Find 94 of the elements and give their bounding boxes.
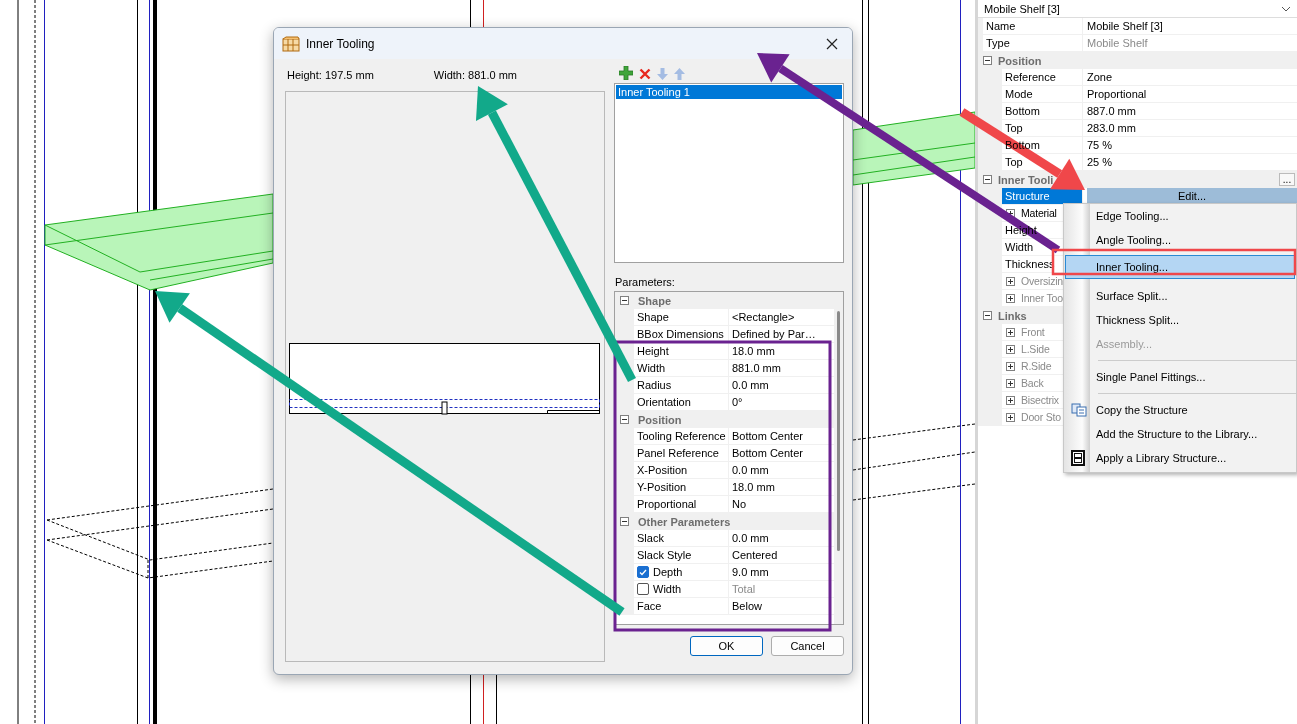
collapse-icon[interactable] bbox=[983, 56, 992, 65]
collapse-icon[interactable] bbox=[983, 175, 992, 184]
group-header[interactable]: Position bbox=[978, 52, 1297, 69]
group-label: Inner Tooli bbox=[997, 173, 1054, 186]
parameter-value[interactable]: 0.0 mm bbox=[732, 379, 769, 391]
menu-item[interactable]: Add the Structure to the Library... bbox=[1065, 422, 1295, 446]
parameter-value[interactable]: Bottom Center bbox=[732, 430, 803, 442]
property-value[interactable]: 283.0 mm bbox=[1087, 122, 1136, 134]
menu-item[interactable]: Angle Tooling... bbox=[1065, 228, 1295, 252]
delete-icon[interactable] bbox=[639, 68, 651, 80]
parameter-name: Face bbox=[637, 600, 662, 612]
copy-icon bbox=[1071, 403, 1087, 417]
collapse-icon[interactable] bbox=[620, 296, 629, 305]
more-button[interactable]: ... bbox=[1279, 173, 1295, 186]
chevron-down-icon bbox=[1281, 5, 1291, 12]
edit-button[interactable]: Edit... bbox=[1087, 188, 1297, 204]
parameters-label: Parameters: bbox=[615, 276, 676, 288]
group-label: Position bbox=[997, 54, 1042, 67]
parameter-value[interactable]: <Rectangle> bbox=[732, 311, 795, 323]
group-label: Links bbox=[997, 309, 1027, 322]
parameter-value[interactable]: 9.0 mm bbox=[732, 566, 769, 578]
expand-icon[interactable] bbox=[1006, 378, 1015, 388]
close-icon bbox=[826, 37, 838, 50]
cancel-button[interactable]: Cancel bbox=[771, 636, 844, 656]
collapse-icon[interactable] bbox=[620, 415, 629, 424]
property-value[interactable]: Zone bbox=[1087, 71, 1113, 83]
parameter-value[interactable]: 18.0 mm bbox=[732, 481, 775, 493]
group-label: Other Parameters bbox=[638, 515, 731, 528]
property-value[interactable]: Mobile Shelf bbox=[1087, 37, 1148, 49]
collapse-icon[interactable] bbox=[620, 517, 629, 526]
group-label: Position bbox=[638, 413, 682, 426]
expand-icon[interactable] bbox=[1006, 276, 1015, 286]
property-value[interactable]: Mobile Shelf [3] bbox=[1087, 20, 1163, 32]
expand-icon[interactable] bbox=[1006, 293, 1015, 303]
group-label: Shape bbox=[638, 294, 671, 307]
expand-icon[interactable] bbox=[1006, 344, 1015, 354]
add-icon[interactable] bbox=[619, 66, 633, 80]
parameter-value[interactable]: Centered bbox=[732, 549, 778, 561]
parameter-value[interactable]: 881.0 mm bbox=[732, 362, 781, 374]
menu-item[interactable]: Edge Tooling... bbox=[1065, 204, 1295, 228]
property-value[interactable]: 887.0 mm bbox=[1087, 105, 1136, 117]
property-name[interactable]: Top bbox=[1005, 156, 1023, 168]
parameter-name: Y-Position bbox=[637, 481, 687, 493]
menu-item[interactable]: Inner Tooling... bbox=[1065, 255, 1295, 279]
parameter-value[interactable]: Bottom Center bbox=[732, 447, 803, 459]
ok-button[interactable]: OK bbox=[690, 636, 763, 656]
parameter-name: Orientation bbox=[637, 396, 691, 408]
scrollbar[interactable] bbox=[834, 292, 843, 624]
expand-icon[interactable] bbox=[1006, 208, 1015, 218]
parameter-value[interactable]: No bbox=[732, 498, 747, 510]
collapse-icon[interactable] bbox=[983, 311, 992, 320]
group-header[interactable]: Inner Tooli ... bbox=[978, 171, 1297, 188]
parameter-value[interactable]: 0° bbox=[732, 396, 743, 408]
parameter-name: Width bbox=[653, 583, 682, 595]
property-value[interactable]: Proportional bbox=[1087, 88, 1147, 100]
parameter-name: Slack bbox=[637, 532, 664, 544]
parameter-value[interactable]: Defined by Par… bbox=[732, 328, 816, 340]
property-name[interactable]: Type bbox=[986, 37, 1010, 49]
parameter-value[interactable]: Total bbox=[732, 583, 756, 595]
parameter-name: BBox Dimensions bbox=[637, 328, 724, 340]
menu-item[interactable]: Surface Split... bbox=[1065, 284, 1295, 308]
menu-item[interactable]: Apply a Library Structure... bbox=[1065, 446, 1295, 470]
checkbox[interactable] bbox=[637, 566, 649, 578]
checkbox[interactable] bbox=[637, 583, 649, 595]
dialog-title: Inner Tooling bbox=[306, 36, 376, 51]
parameter-name: Tooling Reference bbox=[637, 430, 726, 442]
expand-icon[interactable] bbox=[1006, 327, 1015, 337]
height-label: Height: 197.5 mm bbox=[287, 69, 374, 81]
parameter-value[interactable]: Below bbox=[732, 600, 762, 612]
parameter-name: Panel Reference bbox=[637, 447, 719, 459]
parameter-value[interactable]: 18.0 mm bbox=[732, 345, 775, 357]
parameter-name: X-Position bbox=[637, 464, 688, 476]
menu-item[interactable]: Copy the Structure bbox=[1065, 398, 1295, 422]
expand-icon[interactable] bbox=[1006, 361, 1015, 371]
parameter-value[interactable]: 0.0 mm bbox=[732, 532, 769, 544]
width-label: Width: 881.0 mm bbox=[433, 69, 517, 81]
parameter-name: Depth bbox=[653, 566, 683, 578]
menu-item[interactable]: Thickness Split... bbox=[1065, 308, 1295, 332]
property-name[interactable]: Top bbox=[1005, 122, 1023, 134]
parameter-name: Proportional bbox=[637, 498, 697, 510]
parameter-name: Radius bbox=[637, 379, 672, 391]
parameter-name: Width bbox=[637, 362, 666, 374]
parameter-name: Slack Style bbox=[637, 549, 692, 561]
parameter-value[interactable]: 0.0 mm bbox=[732, 464, 769, 476]
parameter-name: Height bbox=[637, 345, 669, 357]
property-value[interactable]: 75 % bbox=[1087, 139, 1113, 151]
library-icon bbox=[1071, 450, 1085, 466]
expand-icon[interactable] bbox=[1006, 412, 1015, 422]
expand-icon[interactable] bbox=[1006, 395, 1015, 405]
parameter-name: Shape bbox=[637, 311, 669, 323]
property-value[interactable]: 25 % bbox=[1087, 156, 1113, 168]
list-item[interactable]: Inner Tooling 1 bbox=[616, 85, 842, 99]
cabinet-icon bbox=[282, 35, 300, 52]
menu-item[interactable]: Single Panel Fittings... bbox=[1065, 365, 1295, 389]
